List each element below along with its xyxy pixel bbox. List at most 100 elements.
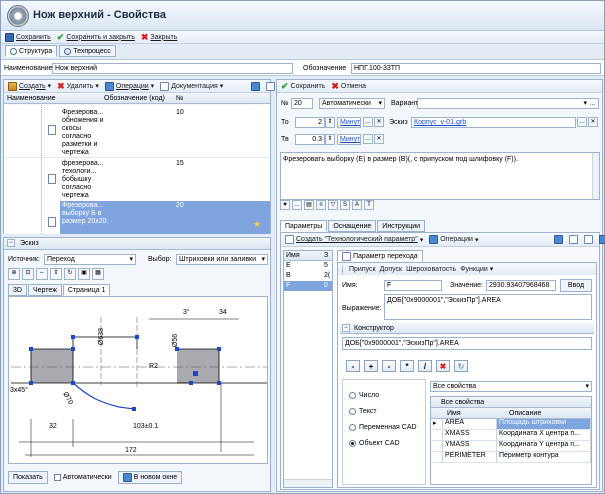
- table-row[interactable]: PERIMETER Периметр контура: [431, 452, 591, 463]
- export-icon[interactable]: [584, 235, 594, 244]
- create-param-button[interactable]: Создать "Технологический параметр" ▾: [285, 235, 423, 244]
- mode-select[interactable]: Автоматически ▾: [319, 98, 385, 109]
- description-area[interactable]: Фрезеровать выборку (Е) в размер (В)(, с…: [280, 152, 600, 200]
- ellipsis-icon[interactable]: …: [363, 134, 373, 144]
- num-field[interactable]: 20: [291, 98, 313, 109]
- save-button[interactable]: Сохранить: [5, 32, 51, 42]
- table-row[interactable]: YMASS Координата Y центра п...: [431, 441, 591, 452]
- grid-icon[interactable]: ▦: [92, 268, 104, 280]
- zoom-fit-icon[interactable]: ⊡: [22, 268, 34, 280]
- tab-structure[interactable]: Структура: [5, 45, 58, 57]
- save-close-button[interactable]: ✔ Сохранить и закрыть: [57, 32, 135, 43]
- refresh-icon[interactable]: ↻: [454, 360, 468, 372]
- tv-field[interactable]: 0.3: [295, 134, 325, 145]
- step-cancel-button[interactable]: ✖ Отмена: [331, 81, 366, 92]
- roughness-button[interactable]: Шероховатость: [406, 266, 456, 273]
- fit-height-icon[interactable]: ⇕: [50, 268, 62, 280]
- to-field[interactable]: 2: [295, 117, 325, 128]
- op-sub-button[interactable]: -: [382, 360, 396, 372]
- enter-button[interactable]: Ввод: [560, 279, 592, 292]
- col-value[interactable]: З: [324, 252, 328, 259]
- op-minus-button[interactable]: -: [346, 360, 360, 372]
- zoom-icon[interactable]: ⊕: [8, 268, 20, 280]
- clear-icon[interactable]: ✕: [374, 134, 384, 144]
- refresh-icon[interactable]: [599, 235, 605, 244]
- tree-row[interactable]: фрезерова... техологи... бобышку согласн…: [4, 157, 270, 199]
- new-window-button[interactable]: В новом окне: [117, 471, 183, 484]
- constructor-field[interactable]: ДОБ["0х9000001","ЭскизПр"].AREA: [342, 337, 592, 350]
- op-multiply-button[interactable]: *: [400, 360, 414, 372]
- col-code[interactable]: Обозначение (код): [104, 95, 165, 102]
- clear-icon[interactable]: ✕: [588, 117, 598, 127]
- variant-select[interactable]: ▾ …: [417, 98, 599, 109]
- clear-icon[interactable]: ✕: [374, 117, 384, 127]
- delete-icon[interactable]: ✖: [436, 360, 450, 372]
- refresh-icon[interactable]: ↻: [64, 268, 76, 280]
- functions-button[interactable]: Функции ▾: [460, 265, 493, 274]
- tab-process[interactable]: Техпроцесс: [59, 45, 116, 57]
- col-prop-name[interactable]: Имя: [447, 410, 461, 417]
- auto-checkbox[interactable]: Автоматически: [53, 472, 112, 483]
- tab-drawing[interactable]: Чертеж: [27, 284, 62, 296]
- source-select[interactable]: Переход ▾: [44, 254, 136, 265]
- props-select[interactable]: Все свойства ▾: [430, 381, 592, 392]
- to-unit-link[interactable]: Минута: [337, 117, 361, 128]
- symbol-a-icon[interactable]: A: [352, 200, 362, 210]
- tolerance-button[interactable]: Допуск: [380, 266, 403, 273]
- collapse-icon[interactable]: −: [342, 324, 350, 332]
- param-value-field[interactable]: 2930.93407968468: [486, 280, 556, 291]
- users-icon[interactable]: [554, 235, 564, 244]
- radio-cad-variable[interactable]: Переменная CAD: [349, 422, 417, 433]
- col-name[interactable]: Наименование: [7, 95, 56, 102]
- documentation-button[interactable]: Документация ▾: [160, 81, 223, 91]
- ruler-icon[interactable]: ≡: [316, 200, 326, 210]
- close-button[interactable]: ✖ Закрыть: [141, 32, 178, 43]
- tab-3d[interactable]: 3D: [8, 284, 27, 296]
- dots-icon[interactable]: …: [292, 200, 302, 210]
- operations-button[interactable]: Операции ▾: [104, 81, 154, 91]
- param-name-field[interactable]: F: [384, 280, 442, 291]
- radio-text[interactable]: Текст: [349, 406, 377, 417]
- expression-field[interactable]: ДОБ["0х9000001","ЭскизПр"].AREA: [384, 294, 592, 320]
- tv-unit-link[interactable]: Минута: [337, 134, 361, 145]
- sketch-canvas[interactable]: 3° 34 Ø638 Ø56 R2 3х45° Ø70 32 103±0.1 1…: [8, 296, 268, 464]
- tree-row[interactable]: Фрезерова... обножения и скосы согласно …: [4, 107, 270, 156]
- spinner-icon[interactable]: ⇕: [325, 134, 335, 145]
- tab-step-param[interactable]: Параметр перехода: [337, 250, 423, 262]
- users-icon[interactable]: [251, 81, 261, 91]
- create-button[interactable]: Создать ▾: [8, 81, 51, 91]
- col-num[interactable]: №: [176, 95, 184, 102]
- sketch-link[interactable]: Корпус_v-01.grb: [414, 119, 466, 126]
- heart-icon[interactable]: ♥: [280, 200, 290, 210]
- show-button[interactable]: Показать: [8, 471, 48, 484]
- rough-icon[interactable]: ▽: [328, 200, 338, 210]
- spinner-icon[interactable]: ⇕: [325, 117, 335, 128]
- tree-row-selected[interactable]: Фрезерова... выборку Б в размер 20х20. 2…: [60, 201, 270, 234]
- symbol-s-icon[interactable]: S: [340, 200, 350, 210]
- scrollbar[interactable]: [592, 153, 599, 199]
- symbol-t-icon[interactable]: T: [364, 200, 374, 210]
- col-prop-desc[interactable]: Описание: [509, 410, 541, 417]
- name-field[interactable]: Нож верхний: [52, 63, 293, 74]
- op-plus-button[interactable]: +: [364, 360, 378, 372]
- collapse-icon[interactable]: −: [7, 239, 15, 247]
- scrollbar[interactable]: [284, 479, 332, 487]
- list-item-selected[interactable]: F0: [284, 281, 332, 291]
- col-name[interactable]: Имя: [286, 252, 300, 259]
- tab-page1[interactable]: Страница 1: [62, 284, 111, 296]
- view-icon[interactable]: [266, 81, 276, 91]
- table-row[interactable]: XMASS Координата X центра п...: [431, 430, 591, 441]
- allowance-button[interactable]: Припуск: [349, 266, 376, 273]
- tab-instructions[interactable]: Инструкции: [377, 220, 426, 232]
- chart-icon[interactable]: ▤: [304, 200, 314, 210]
- tab-parameters[interactable]: Параметры: [280, 220, 328, 232]
- table-row[interactable]: ▸ AREA Площадь штриховки: [431, 419, 591, 430]
- delete-button[interactable]: ✖ Удалить ▾: [57, 81, 99, 92]
- radio-cad-object[interactable]: Объект CAD: [349, 438, 400, 449]
- view-icon[interactable]: [569, 235, 579, 244]
- list-item[interactable]: B 2(: [284, 271, 332, 281]
- radio-number[interactable]: Число: [349, 390, 379, 401]
- param-operations-button[interactable]: Операции ▾: [429, 235, 478, 244]
- fit-width-icon[interactable]: ⇔: [36, 268, 48, 280]
- designation-field[interactable]: НПГ.100-33ТП: [351, 63, 601, 74]
